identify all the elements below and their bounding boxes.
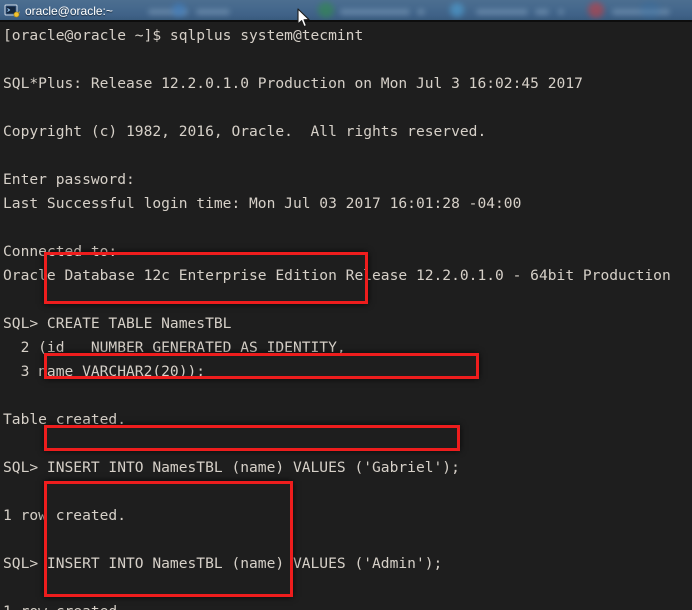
terminal-line: [oracle@oracle ~]$ sqlplus system@tecmin… <box>3 27 364 44</box>
terminal-line: 1 row created. <box>3 600 692 610</box>
terminal-line: SQL> CREATE TABLE NamesTBL <box>3 315 232 332</box>
terminal-line: Table created. <box>3 411 127 428</box>
terminal-line: 1 row created. <box>3 507 127 524</box>
window-title: oracle@oracle:~ <box>25 4 113 18</box>
terminal-line: Connected to: <box>3 243 118 260</box>
terminal-line: 2 (id NUMBER GENERATED AS IDENTITY, <box>3 339 346 356</box>
terminal-line: Last Successful login time: Mon Jul 03 2… <box>3 195 522 212</box>
terminal-body[interactable]: [oracle@oracle ~]$ sqlplus system@tecmin… <box>0 22 692 610</box>
terminal-output: [oracle@oracle ~]$ sqlplus system@tecmin… <box>3 24 692 610</box>
terminal-line: SQL> INSERT INTO NamesTBL (name) VALUES … <box>3 555 443 572</box>
terminal-icon <box>4 3 20 19</box>
terminal-window: oracle@oracle:~ [oracle@oracle ~]$ sqlpl… <box>0 0 692 610</box>
terminal-line: Oracle Database 12c Enterprise Edition R… <box>3 267 671 284</box>
terminal-line: Copyright (c) 1982, 2016, Oracle. All ri… <box>3 123 487 140</box>
window-titlebar[interactable]: oracle@oracle:~ <box>0 0 692 22</box>
terminal-line: 3 name VARCHAR2(20)); <box>3 363 206 380</box>
terminal-line: SQL> INSERT INTO NamesTBL (name) VALUES … <box>3 459 460 476</box>
terminal-line: SQL*Plus: Release 12.2.0.1.0 Production … <box>3 75 583 92</box>
terminal-line: Enter password: <box>3 171 135 188</box>
